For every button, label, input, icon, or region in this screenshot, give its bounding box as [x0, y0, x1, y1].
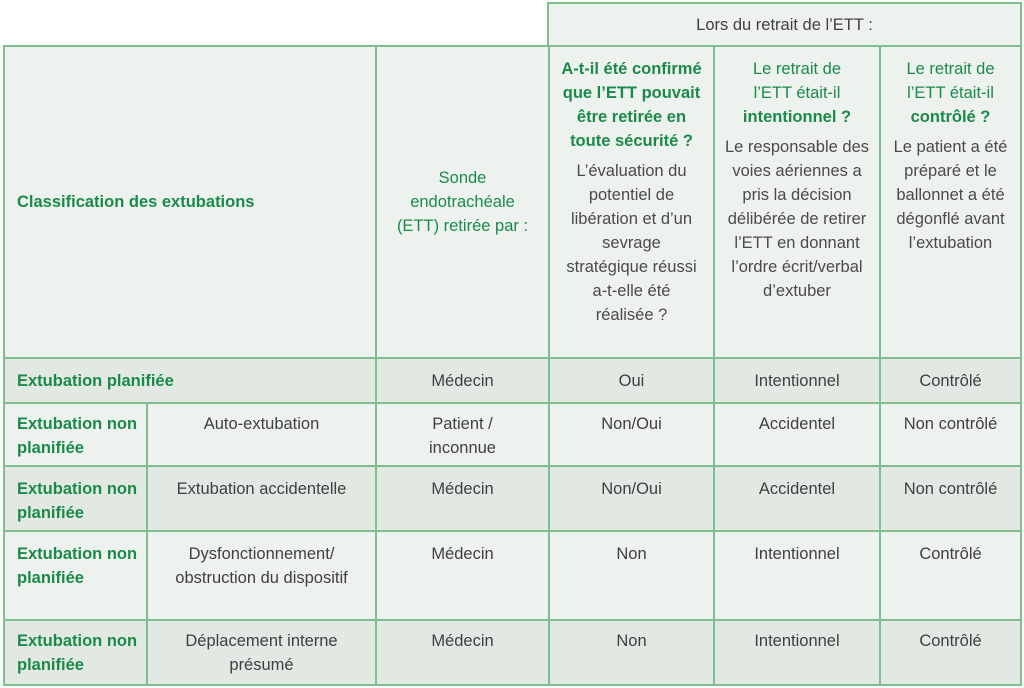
row-removed-by: Médecin	[375, 357, 550, 404]
row-intentional-text: Intentionnel	[754, 371, 840, 390]
row-category: Extubation non planifiée	[3, 530, 148, 621]
row-intentional-text: Accidentel	[758, 415, 836, 433]
row-removed-by-text: Médecin	[431, 480, 494, 498]
row-subtype-text: Extubation accidentelle	[176, 480, 347, 498]
row-safe: Non	[548, 619, 715, 686]
row-category-text: Extubation non planifiée	[17, 480, 138, 522]
row-subtype-text: Déplacement interne présumé	[185, 632, 338, 674]
header-safe-question: A-t-il été confirmé que l’ETT pouvait êt…	[561, 60, 702, 150]
row-intentional-text: Intentionnel	[754, 545, 840, 563]
row-controlled-text: Contrôlé	[919, 632, 982, 650]
row-category-text: Extubation non planifiée	[17, 545, 138, 587]
row-removed-by-text: Médecin	[431, 632, 494, 650]
row-intentional: Intentionnel	[713, 619, 881, 686]
row-controlled-text: Non contrôlé	[903, 415, 998, 433]
row-safe: Non/Oui	[548, 465, 715, 532]
row-safe-text: Non/Oui	[601, 480, 662, 498]
row-intentional-text: Accidentel	[758, 480, 836, 498]
row-subtype: Déplacement interne présumé	[146, 619, 377, 686]
row-removed-by: Médecin	[375, 619, 550, 686]
row-removed-by-text: Médecin	[431, 371, 494, 390]
row-removed-by: Patient / inconnue	[375, 402, 550, 467]
row-subtype-text: Auto-extubation	[203, 415, 320, 433]
row-category: Extubation non planifiée	[3, 402, 148, 467]
row-safe-text: Non	[616, 632, 647, 650]
row-category-text: Extubation non planifiée	[17, 632, 138, 674]
row-category: Extubation planifiée	[3, 357, 377, 404]
row-controlled-text: Contrôlé	[919, 371, 982, 390]
header-intentional: Le retrait de l’ETT était-il intentionne…	[713, 45, 881, 359]
row-controlled-text: Non contrôlé	[903, 480, 998, 498]
header-intentional-question-bold: intentionnel ?	[742, 108, 852, 126]
row-removed-by-text: Médecin	[431, 545, 494, 563]
row-safe-text: Non	[616, 545, 647, 563]
header-controlled-question: Le retrait de l’ETT était-il	[906, 60, 995, 102]
row-removed-by-text: Patient / inconnue	[429, 415, 496, 457]
header-classification: Classification des extubations	[3, 45, 377, 359]
header-classification-text: Classification des extubations	[17, 193, 255, 211]
row-safe-text: Non/Oui	[601, 415, 662, 433]
row-controlled: Contrôlé	[879, 357, 1022, 404]
header-controlled: Le retrait de l’ETT était-il contrôlé ? …	[879, 45, 1022, 359]
header-removed-by: Sonde endotrachéale (ETT) retirée par :	[375, 45, 550, 359]
row-safe: Non/Oui	[548, 402, 715, 467]
row-removed-by: Médecin	[375, 530, 550, 621]
row-removed-by: Médecin	[375, 465, 550, 532]
header-safe-detail: L’évaluation du potentiel de libération …	[566, 162, 697, 324]
header-intentional-question: Le retrait de l’ETT était-il	[752, 60, 842, 102]
row-intentional: Accidentel	[713, 465, 881, 532]
header-removed-by-text: Sonde endotrachéale (ETT) retirée par :	[396, 169, 529, 235]
row-subtype: Dysfonctionnement/ obstruction du dispos…	[146, 530, 377, 621]
row-controlled: Contrôlé	[879, 530, 1022, 621]
row-safe: Non	[548, 530, 715, 621]
row-subtype: Auto-extubation	[146, 402, 377, 467]
row-category: Extubation non planifiée	[3, 619, 148, 686]
row-subtype-text: Dysfonctionnement/ obstruction du dispos…	[175, 545, 348, 587]
header-controlled-question-bold: contrôlé ?	[910, 108, 991, 126]
row-intentional: Intentionnel	[713, 530, 881, 621]
row-category-text: Extubation planifiée	[17, 371, 174, 390]
header-safe: A-t-il été confirmé que l’ETT pouvait êt…	[548, 45, 715, 359]
header-intentional-detail: Le responsable des voies aériennes a pri…	[724, 138, 870, 300]
row-intentional: Intentionnel	[713, 357, 881, 404]
row-intentional-text: Intentionnel	[754, 632, 840, 650]
header-controlled-detail: Le patient a été préparé et le ballonnet…	[893, 138, 1008, 252]
row-controlled: Non contrôlé	[879, 402, 1022, 467]
row-category: Extubation non planifiée	[3, 465, 148, 532]
row-category-text: Extubation non planifiée	[17, 415, 138, 457]
row-controlled-text: Contrôlé	[919, 545, 982, 563]
row-intentional: Accidentel	[713, 402, 881, 467]
group-header: Lors du retrait de l’ETT :	[547, 2, 1022, 47]
row-safe-text: Oui	[618, 371, 645, 390]
row-controlled: Contrôlé	[879, 619, 1022, 686]
group-header-text: Lors du retrait de l’ETT :	[696, 15, 873, 34]
row-controlled: Non contrôlé	[879, 465, 1022, 532]
row-subtype: Extubation accidentelle	[146, 465, 377, 532]
row-safe: Oui	[548, 357, 715, 404]
